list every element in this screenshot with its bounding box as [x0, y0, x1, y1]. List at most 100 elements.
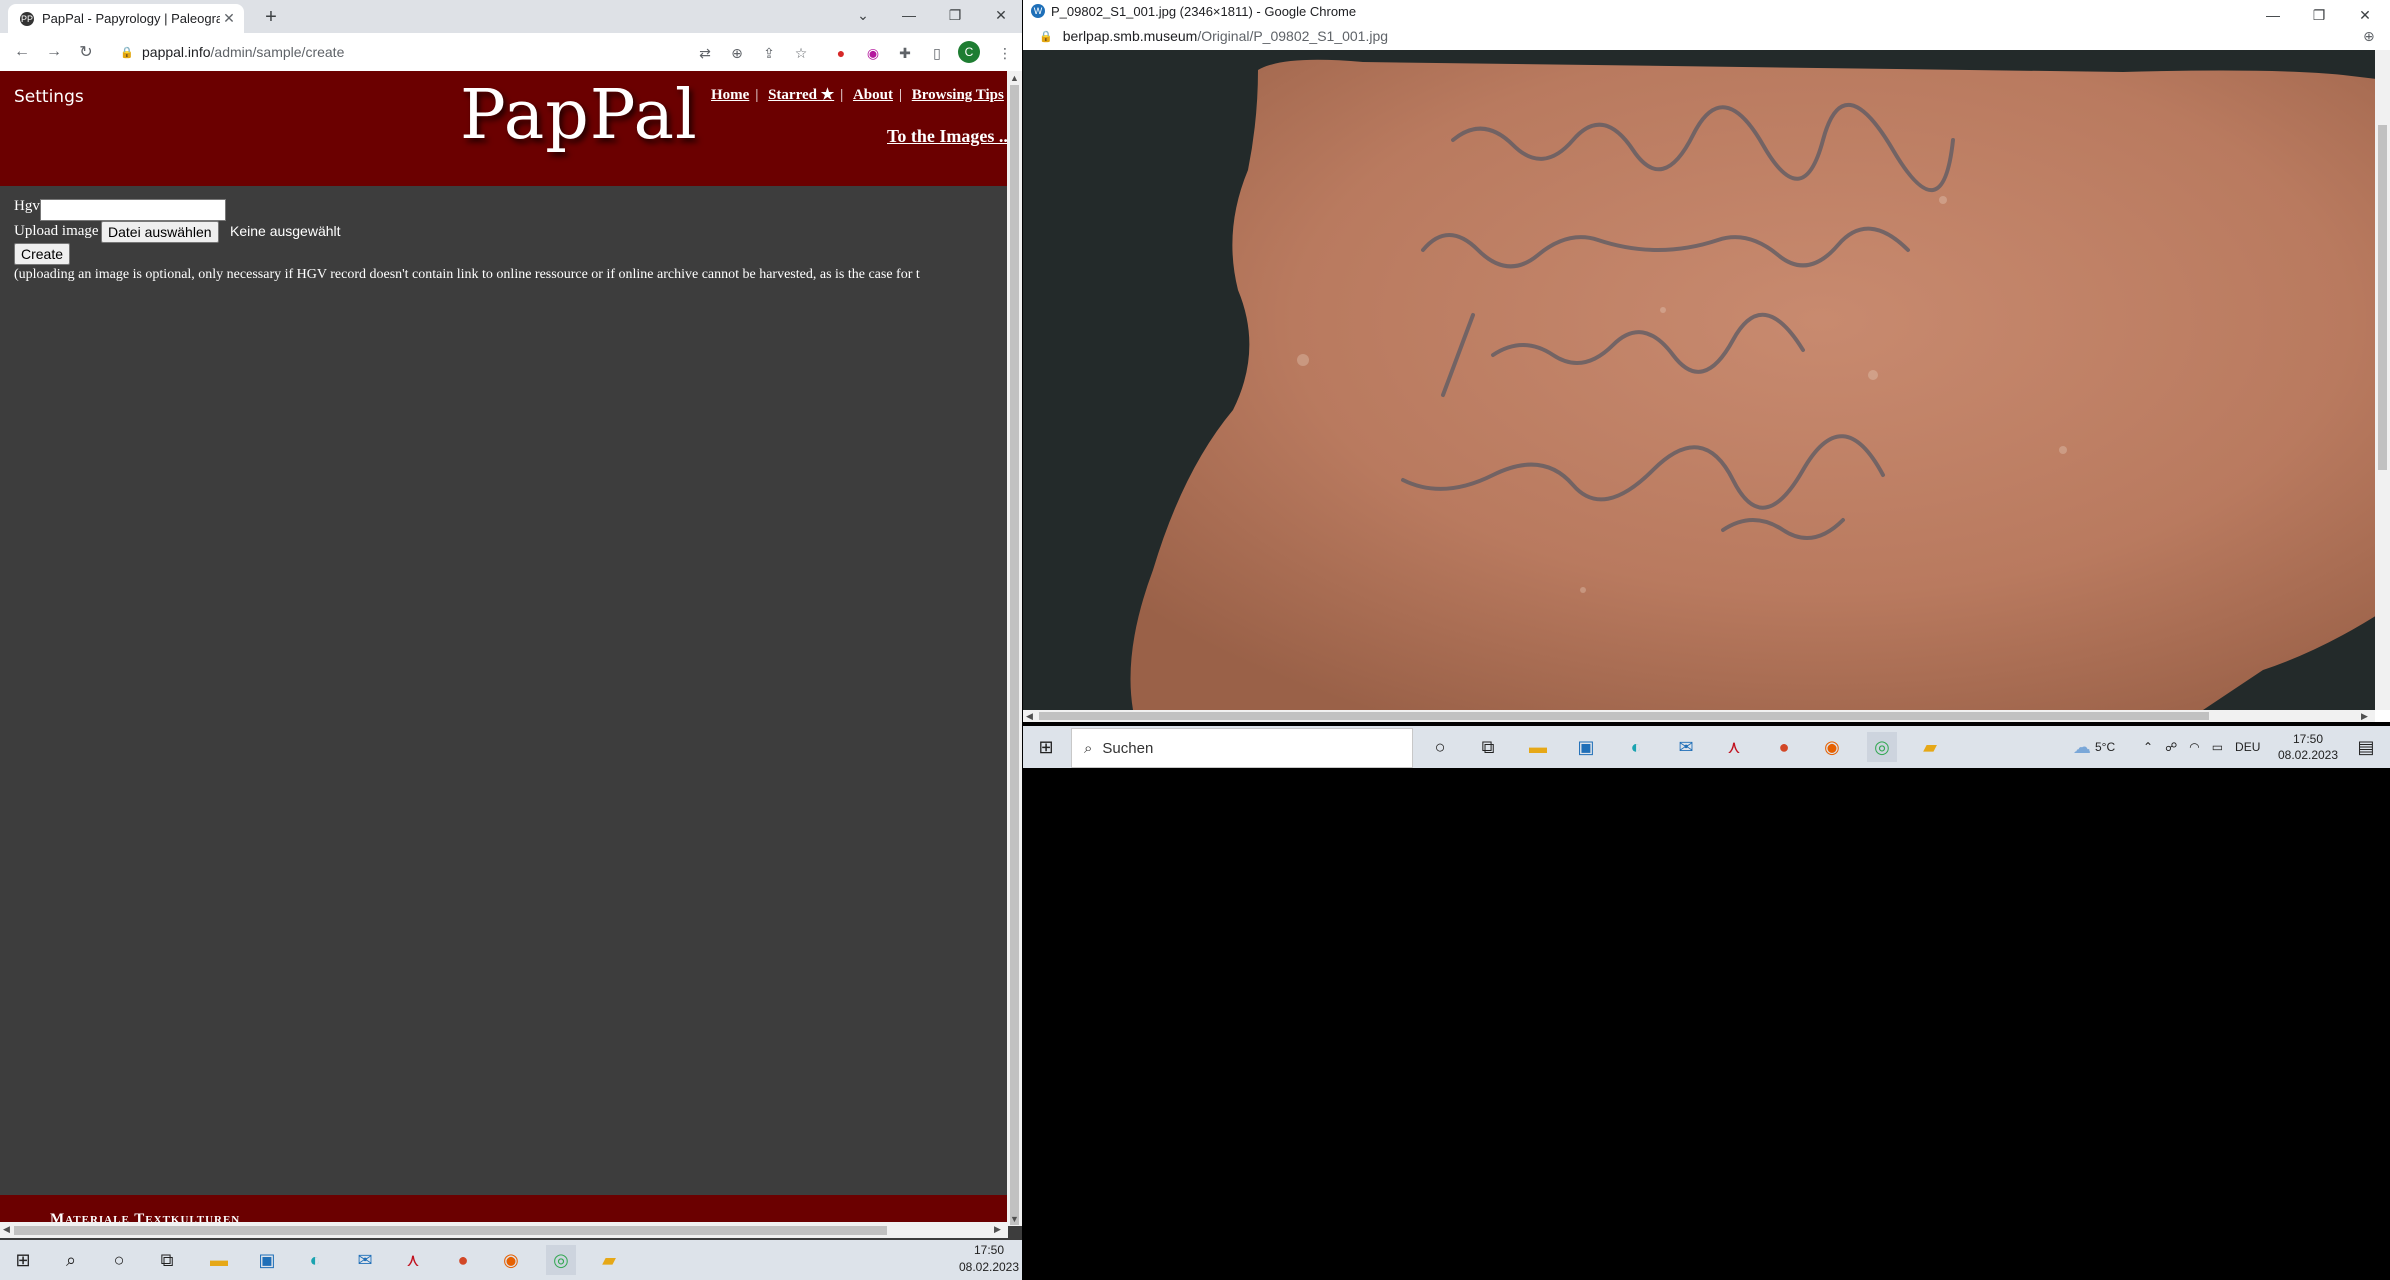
tab-search-icon[interactable]: ⌄ — [840, 0, 886, 30]
zoom-icon[interactable]: ⊕ — [726, 42, 748, 64]
right-window-title: P_09802_S1_001.jpg (2346×1811) - Google … — [1051, 3, 1357, 19]
right-lock-icon: 🔒 — [1039, 30, 1053, 43]
bookmark-star-icon[interactable]: ☆ — [790, 42, 812, 64]
nav-starred[interactable]: Starred ★ — [768, 87, 834, 103]
clock-time: 17:50 — [973, 1243, 1005, 1257]
inner-store-icon[interactable]: ▣ — [1571, 732, 1601, 762]
notes-app-icon[interactable]: ▰ — [594, 1245, 624, 1275]
right-vertical-scroll-thumb[interactable] — [2378, 125, 2387, 470]
inner-mail-icon[interactable]: ✉ — [1671, 732, 1701, 762]
scroll-right-arrow-icon[interactable]: ▶ — [994, 1224, 1001, 1235]
store-icon[interactable]: ▣ — [252, 1245, 282, 1275]
right-window-titlebar: W P_09802_S1_001.jpg (2346×1811) - Googl… — [1023, 0, 2390, 22]
right-scroll-right-arrow-icon[interactable]: ▶ — [2361, 711, 2368, 722]
windows-start-icon[interactable]: ⊞ — [8, 1245, 38, 1275]
right-url-host: berlpap.smb.museum — [1062, 28, 1198, 44]
taskbar-search-box[interactable]: ⌕ Suchen — [1071, 728, 1413, 768]
back-icon[interactable]: ← — [10, 41, 34, 63]
input-language[interactable]: DEU — [2235, 740, 2260, 754]
search-icon[interactable]: ⌕ — [56, 1245, 86, 1275]
inner-task-view-icon[interactable]: ⧉ — [1473, 732, 1503, 762]
image-viewer[interactable] — [1023, 50, 2385, 710]
inner-file-explorer-icon[interactable]: ▬ — [1523, 732, 1553, 762]
edge-icon[interactable]: ◐ — [300, 1245, 330, 1275]
settings-link[interactable]: Settings — [14, 87, 84, 107]
tray-wifi-icon[interactable]: ◠ — [2189, 740, 2199, 754]
close-window-icon[interactable]: ✕ — [978, 0, 1022, 30]
horizontal-scrollbar[interactable]: ◀ ▶ — [0, 1222, 1008, 1238]
tray-chevron-icon[interactable]: ⌃ — [2143, 740, 2153, 754]
cortana-icon[interactable]: ○ — [104, 1245, 134, 1275]
right-zoom-icon[interactable]: ⊕ — [2363, 28, 2375, 45]
right-vertical-scrollbar[interactable] — [2375, 50, 2390, 710]
horizontal-scroll-thumb[interactable] — [14, 1226, 887, 1235]
nav-about[interactable]: About — [853, 87, 893, 103]
minimize-icon[interactable]: — — [886, 0, 932, 30]
taskbar-search-placeholder: Suchen — [1102, 739, 1154, 757]
mail-icon[interactable]: ✉ — [350, 1245, 380, 1275]
acrobat-icon[interactable]: ⋏ — [398, 1245, 428, 1275]
vertical-scrollbar[interactable]: ▲ ▼ — [1007, 71, 1022, 1226]
share-icon[interactable]: ⇪ — [758, 42, 780, 64]
right-url-path: /Original/P_09802_S1_001.jpg — [1197, 28, 1389, 44]
file-explorer-icon[interactable]: ▬ — [204, 1245, 234, 1275]
choose-file-button[interactable]: Datei auswählen — [101, 221, 219, 243]
inner-windows-start-icon[interactable]: ⊞ — [1031, 732, 1061, 762]
url-path: /admin/sample/create — [210, 44, 345, 60]
inner-acrobat-icon[interactable]: ⋏ — [1719, 732, 1749, 762]
tab-strip: PP PapPal - Papyrology | Paleograph ✕ + … — [0, 0, 1022, 33]
menu-kebab-icon[interactable]: ⋮ — [994, 42, 1016, 64]
wordpress-favicon-icon: W — [1031, 4, 1045, 18]
tab-title: PapPal - Papyrology | Paleograph — [42, 11, 220, 26]
new-tab-icon[interactable]: + — [258, 4, 284, 30]
hgv-label: Hgv — [14, 198, 40, 214]
firefox-icon[interactable]: ◉ — [496, 1245, 526, 1275]
profile-avatar[interactable]: C — [958, 41, 980, 63]
nav-home[interactable]: Home — [711, 87, 749, 103]
right-address-bar[interactable]: 🔒 berlpap.smb.museum/Original/P_09802_S1… — [1023, 22, 2390, 50]
right-horizontal-scroll-thumb[interactable] — [1039, 712, 2209, 720]
restore-icon[interactable]: ❐ — [932, 0, 978, 30]
create-button[interactable]: Create — [14, 243, 71, 265]
forward-icon[interactable]: → — [42, 41, 66, 63]
inner-edge-icon[interactable]: ◐ — [1621, 732, 1651, 762]
inner-cortana-icon[interactable]: ○ — [1425, 732, 1455, 762]
scroll-left-arrow-icon[interactable]: ◀ — [3, 1224, 10, 1235]
inner-clock-date: 08.02.2023 — [2277, 748, 2339, 762]
task-view-icon[interactable]: ⧉ — [152, 1245, 182, 1275]
weather-widget[interactable]: ☁ 5°C — [2073, 726, 2115, 768]
tray-battery-icon[interactable]: ▭ — [2212, 740, 2223, 754]
tab-pappal[interactable]: PP PapPal - Papyrology | Paleograph ✕ — [8, 4, 244, 33]
cloud-weather-icon: ☁ — [2073, 736, 2091, 757]
tab-close-icon[interactable]: ✕ — [220, 10, 238, 27]
lock-icon: 🔒 — [120, 46, 134, 59]
inner-clock[interactable]: 17:50 08.02.2023 — [2273, 726, 2343, 768]
system-tray: ⌃ ☍ ◠ ▭ DEU — [2143, 726, 2260, 768]
to-images-link[interactable]: To the Images ... — [887, 126, 1012, 147]
tray-network-icon[interactable]: ☍ — [2165, 740, 2177, 754]
address-bar[interactable]: 🔒 pappal.info/admin/sample/create — [110, 37, 710, 67]
scroll-up-arrow-icon[interactable]: ▲ — [1010, 73, 1019, 83]
inner-powerpoint-icon[interactable]: ● — [1769, 732, 1799, 762]
extension-red-icon[interactable]: ● — [830, 42, 852, 64]
inner-firefox-icon[interactable]: ◉ — [1817, 732, 1847, 762]
translate-icon[interactable]: ⇄ — [694, 42, 716, 64]
extensions-puzzle-icon[interactable]: ✚ — [894, 42, 916, 64]
right-scroll-left-arrow-icon[interactable]: ◀ — [1026, 711, 1033, 722]
right-horizontal-scrollbar[interactable]: ◀ ▶ — [1023, 710, 2375, 722]
nav-browsing-tips[interactable]: Browsing Tips — [912, 87, 1004, 103]
taskbar-clock[interactable]: 17:50 08.02.2023 — [956, 1242, 1022, 1276]
powerpoint-icon[interactable]: ● — [448, 1245, 478, 1275]
chrome-icon[interactable]: ◎ — [546, 1245, 576, 1275]
notification-center-icon[interactable]: ▤ — [2351, 732, 2381, 762]
inner-chrome-icon[interactable]: ◎ — [1867, 732, 1897, 762]
inner-notes-app-icon[interactable]: ▰ — [1915, 732, 1945, 762]
reload-icon[interactable]: ↻ — [74, 41, 98, 63]
hgv-input[interactable] — [40, 199, 226, 221]
scroll-down-arrow-icon[interactable]: ▼ — [1010, 1214, 1019, 1224]
extension-purple-icon[interactable]: ◉ — [862, 42, 884, 64]
clock-date: 08.02.2023 — [958, 1260, 1020, 1274]
side-panel-icon[interactable]: ▯ — [926, 42, 948, 64]
site-logo[interactable]: PapPal — [460, 76, 698, 155]
vertical-scroll-thumb[interactable] — [1010, 85, 1019, 1225]
